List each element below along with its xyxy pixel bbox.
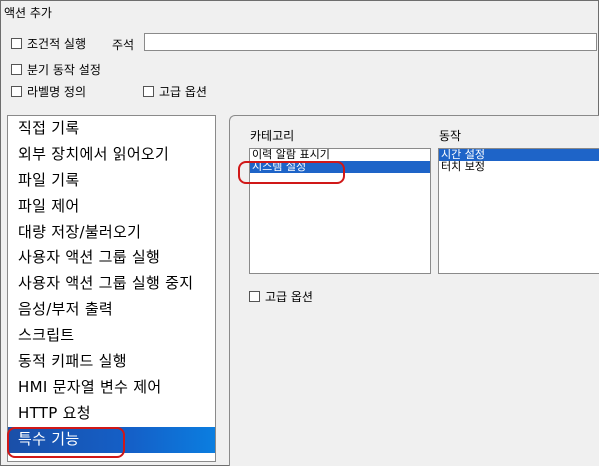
list-item[interactable]: 터치 보정	[439, 161, 599, 173]
checkbox-box[interactable]	[11, 64, 22, 75]
list-item[interactable]: 외부 장치에서 읽어오기	[8, 142, 215, 168]
list-item[interactable]: 사용자 액션 그룹 실행 중지	[8, 271, 215, 297]
comment-label: 주석	[112, 38, 135, 52]
list-item[interactable]: 음성/부저 출력	[8, 297, 215, 323]
list-item[interactable]: 동적 키패드 실행	[8, 349, 215, 375]
action-type-list[interactable]: 직접 기록 외부 장치에서 읽어오기 파일 기록 파일 제어 대량 저장/불러오…	[7, 115, 216, 462]
list-item-selected[interactable]: 특수 기능	[8, 426, 215, 453]
checkbox-box[interactable]	[11, 86, 22, 97]
label-name-checkbox[interactable]: 라벨명 정의	[11, 83, 86, 100]
advanced-options-checkbox-top[interactable]: 고급 옵션	[143, 83, 207, 100]
branch-action-checkbox[interactable]: 분기 동작 설정	[11, 61, 101, 78]
list-item[interactable]: 대량 저장/불러오기	[8, 220, 215, 246]
list-item[interactable]: 파일 제어	[8, 194, 215, 220]
advanced-options-label: 고급 옵션	[159, 85, 207, 99]
category-listbox[interactable]: 이력 알람 표시기 시스템 설정	[249, 148, 431, 274]
list-item[interactable]: 직접 기록	[8, 116, 215, 142]
advanced-options-checkbox[interactable]: 고급 옵션	[249, 288, 313, 305]
checkbox-box[interactable]	[143, 86, 154, 97]
list-item[interactable]: HTTP 요청	[8, 401, 215, 427]
label-name-label: 라벨명 정의	[27, 85, 87, 99]
dialog-title: 액션 추가	[4, 6, 52, 20]
checkbox-box[interactable]	[249, 291, 260, 302]
conditional-exec-checkbox[interactable]: 조건적 실행	[11, 35, 86, 52]
action-label: 동작	[439, 129, 462, 143]
category-label: 카테고리	[250, 129, 295, 143]
list-item[interactable]: 파일 기록	[8, 168, 215, 194]
conditional-exec-label: 조건적 실행	[27, 37, 87, 51]
list-item-selected[interactable]: 시스템 설정	[250, 161, 430, 173]
branch-action-label: 분기 동작 설정	[27, 63, 101, 77]
list-item[interactable]: 사용자 액션 그룹 실행	[8, 245, 215, 271]
list-item[interactable]: HMI 문자열 변수 제어	[8, 375, 215, 401]
action-listbox[interactable]: 시간 설정 터치 보정	[438, 148, 599, 274]
list-item[interactable]: 스크립트	[8, 323, 215, 349]
checkbox-box[interactable]	[11, 38, 22, 49]
advanced-options-label: 고급 옵션	[265, 290, 313, 304]
comment-input[interactable]	[144, 33, 597, 51]
